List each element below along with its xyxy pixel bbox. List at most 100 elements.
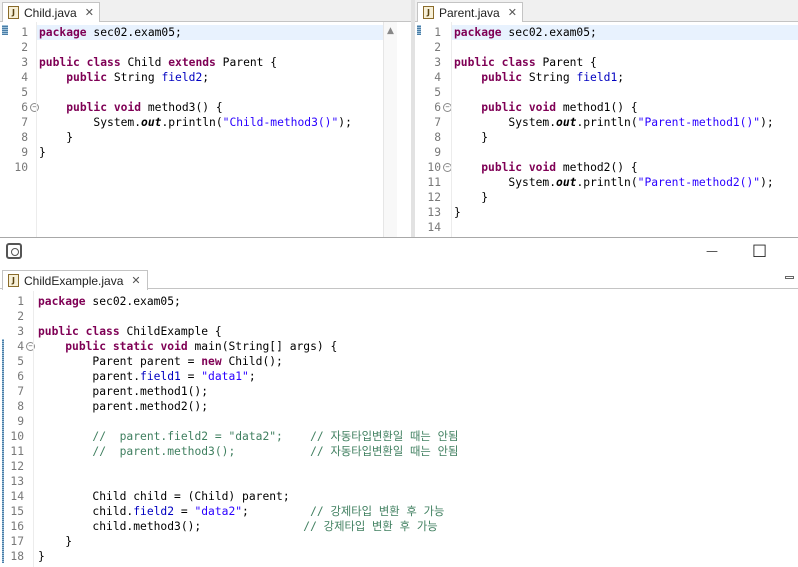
bottom-editor[interactable]: 1 2 3 4−5 6 7 8 9 10 11 12 13 14 15 16 17 18 package sec… xyxy=(0,291,798,567)
code-token: "data1" xyxy=(201,370,249,383)
code-line[interactable]: public class Child extends Parent { xyxy=(39,55,352,70)
line-number: 12 xyxy=(427,191,441,204)
code-line[interactable]: public void method2() { xyxy=(454,160,774,175)
code-token: field2 xyxy=(161,71,203,84)
code-line[interactable]: public static void main(String[] args) { xyxy=(38,339,458,354)
code-line[interactable] xyxy=(38,459,458,474)
tab-child-java[interactable]: J Child.java ✕ xyxy=(2,2,100,22)
line-number: 14 xyxy=(427,221,441,234)
tab-childexample-java[interactable]: J ChildExample.java ✕ xyxy=(2,270,148,290)
code-line[interactable]: parent.method1(); xyxy=(38,384,458,399)
maximize-icon[interactable]: □ xyxy=(752,240,767,259)
code-token: static xyxy=(112,340,154,353)
code-line[interactable]: public void method3() { xyxy=(39,100,352,115)
code-token: ; xyxy=(202,71,210,84)
code-line[interactable] xyxy=(454,40,774,55)
code-line[interactable] xyxy=(454,85,774,100)
code-line[interactable]: parent.method2(); xyxy=(38,399,458,414)
line-number: 6− xyxy=(8,100,39,115)
code-token: public xyxy=(481,101,523,114)
code-line[interactable]: } xyxy=(39,145,352,160)
minimize-icon[interactable]: — xyxy=(706,244,718,258)
code-token: ); xyxy=(760,176,774,189)
line-number: 10 xyxy=(14,161,28,174)
code-line[interactable]: } xyxy=(38,549,458,564)
code-line[interactable]: } xyxy=(454,205,774,220)
code-token: extends xyxy=(168,56,216,69)
tab-parent-java[interactable]: J Parent.java ✕ xyxy=(417,2,523,22)
restore-view-icon[interactable] xyxy=(6,243,22,259)
right-editor[interactable]: 1 2 3 4 5 6−7 8 9 10−11 12 13 14 package sec02.exam… xyxy=(415,22,798,237)
code-line[interactable]: } xyxy=(38,534,458,549)
code-line[interactable]: public String field1; xyxy=(454,70,774,85)
scroll-up-icon[interactable]: ▲ xyxy=(384,26,397,36)
fold-collapse-icon[interactable]: − xyxy=(30,103,39,112)
left-vertical-scrollbar[interactable]: ▲ xyxy=(383,22,397,237)
code-token: System. xyxy=(454,116,557,129)
code-token: Parent { xyxy=(215,56,278,69)
code-line[interactable]: Child child = (Child) parent; xyxy=(38,489,458,504)
code-line[interactable]: parent.field1 = "data1"; xyxy=(38,369,458,384)
java-file-icon: J xyxy=(8,274,19,287)
code-line[interactable] xyxy=(454,145,774,160)
code-token: method3() { xyxy=(141,101,223,114)
line-number: 9 xyxy=(17,415,24,428)
code-line[interactable] xyxy=(38,309,458,324)
code-line[interactable]: // parent.method3(); // 자동타입변환일 때는 안됨 xyxy=(38,444,458,459)
line-number: 14 xyxy=(10,490,24,503)
code-line[interactable]: System.out.println("Parent-method2()"); xyxy=(454,175,774,190)
code-token: } xyxy=(38,535,73,548)
code-line[interactable]: child.field2 = "data2"; // 강제타입 변환 후 가능 xyxy=(38,504,458,519)
code-line[interactable]: System.out.println("Child-method3()"); xyxy=(39,115,351,130)
code-line[interactable]: } xyxy=(454,190,774,205)
code-line[interactable]: System.out.println("Parent-method1()"); xyxy=(454,115,773,130)
left-editor[interactable]: 1 2 3 4 5 6−7 8 9 10 package sec02.exam05; publi… xyxy=(0,22,398,237)
code-line[interactable] xyxy=(38,414,458,429)
code-line[interactable] xyxy=(39,160,352,175)
line-number: 13 xyxy=(427,206,441,219)
code-line[interactable]: public class Parent { xyxy=(454,55,774,70)
close-icon[interactable]: ✕ xyxy=(508,6,517,19)
code-line[interactable]: public class ChildExample { xyxy=(38,324,458,339)
code-line[interactable]: } xyxy=(454,130,774,145)
code-line[interactable]: // parent.field2 = "data2"; // 자동타입변환일 때… xyxy=(38,429,458,444)
code-line[interactable]: Parent parent = new Child(); xyxy=(38,354,458,369)
right-line-numbers: 1 2 3 4 5 6−7 8 9 10−11 12 13 14 xyxy=(421,25,452,237)
close-icon[interactable]: ✕ xyxy=(85,6,94,19)
code-token: // parent.field2 = "data2"; // 자동타입변환일 때… xyxy=(92,430,459,443)
code-line[interactable]: } xyxy=(39,130,352,145)
code-line[interactable] xyxy=(39,40,352,55)
line-number: 2 xyxy=(21,41,28,54)
code-token: Child child = (Child) parent; xyxy=(38,490,290,503)
close-icon[interactable]: ✕ xyxy=(131,274,140,287)
code-line[interactable]: child.method3(); // 강제타입 변환 후 가능 xyxy=(38,519,458,534)
line-number: 11 xyxy=(427,176,441,189)
left-code-area[interactable]: package sec02.exam05; public class Child… xyxy=(39,25,352,175)
code-line[interactable]: public String field2; xyxy=(39,70,352,85)
code-line[interactable] xyxy=(39,85,352,100)
line-number: 5 xyxy=(17,355,24,368)
code-line[interactable] xyxy=(454,220,774,235)
code-token: public xyxy=(481,71,523,84)
code-token: } xyxy=(454,131,489,144)
code-line[interactable]: package sec02.exam05; xyxy=(39,25,352,40)
code-line[interactable]: package sec02.exam05; xyxy=(38,294,458,309)
code-line[interactable]: public void method1() { xyxy=(454,100,774,115)
bottom-code-area[interactable]: package sec02.exam05; public class Child… xyxy=(38,294,458,564)
line-number: 5 xyxy=(434,86,441,99)
code-token: parent.method2(); xyxy=(38,400,209,413)
code-line[interactable] xyxy=(38,474,458,489)
code-token: class xyxy=(501,56,536,69)
code-token: ; xyxy=(242,505,311,518)
line-number: 12 xyxy=(10,460,24,473)
code-line[interactable]: package sec02.exam05; xyxy=(454,25,774,40)
line-number: 5 xyxy=(21,86,28,99)
view-menu-icon[interactable] xyxy=(785,276,794,279)
right-code-area[interactable]: package sec02.exam05; public class Paren… xyxy=(454,25,774,235)
